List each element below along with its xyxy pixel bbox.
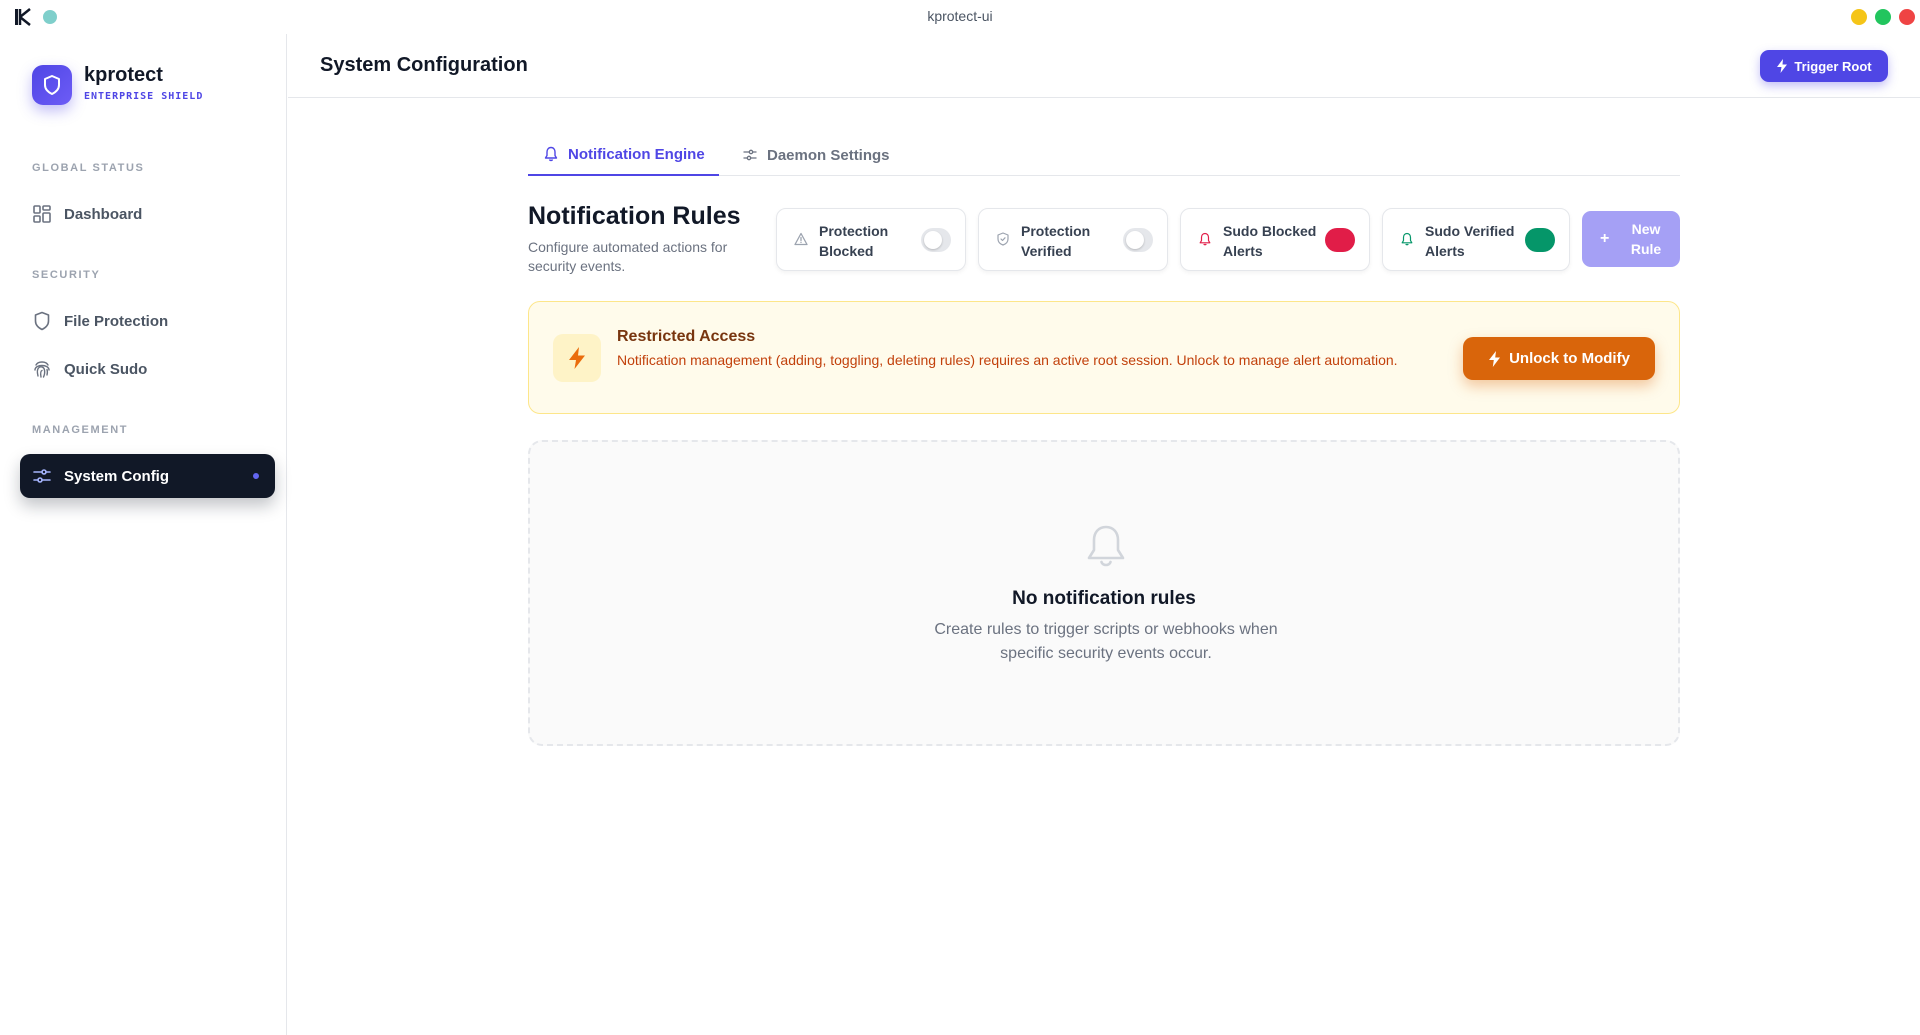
new-rule-button[interactable]: + New Rule — [1582, 211, 1680, 267]
toggle-switch-on[interactable] — [1525, 228, 1555, 252]
shield-icon — [32, 311, 52, 331]
unlock-label: Unlock to Modify — [1509, 350, 1630, 367]
section-label-management: MANAGEMENT — [32, 424, 129, 436]
empty-state: No notification rules Create rules to tr… — [528, 440, 1680, 746]
bell-icon — [1199, 232, 1211, 246]
rules-description: Configure automated actions for security… — [528, 239, 728, 274]
filter-label: Sudo Blocked Alerts — [1223, 223, 1317, 259]
lightning-icon — [553, 334, 601, 382]
filter-label: Protection Verified — [1021, 223, 1091, 259]
sidebar-item-system-config[interactable]: System Config — [20, 454, 275, 498]
restricted-access-banner: Restricted Access Notification managemen… — [528, 301, 1680, 414]
lightning-icon — [1777, 59, 1788, 73]
warning-triangle-icon — [794, 232, 808, 246]
section-label-security: SECURITY — [32, 269, 101, 281]
dashboard-grid-icon — [32, 204, 52, 224]
sidebar-item-file-protection[interactable]: File Protection — [20, 299, 275, 343]
sliders-icon — [32, 466, 52, 486]
lightning-icon — [1489, 350, 1501, 367]
trigger-root-button[interactable]: Trigger Root — [1760, 50, 1888, 82]
bell-icon — [1401, 232, 1413, 246]
toggle-switch-on[interactable] — [1325, 228, 1355, 252]
shield-check-icon — [997, 232, 1009, 246]
banner-text: Notification management (adding, togglin… — [617, 352, 1398, 368]
tab-daemon-settings[interactable]: Daemon Settings — [743, 134, 890, 176]
toggle-switch-off[interactable] — [921, 228, 951, 252]
sidebar-item-label: System Config — [64, 467, 170, 485]
toggle-switch-off[interactable] — [1123, 228, 1153, 252]
filter-sudo-blocked-alerts[interactable]: Sudo Blocked Alerts — [1180, 208, 1370, 271]
section-label-global-status: GLOBAL STATUS — [32, 162, 145, 174]
sliders-icon — [743, 149, 757, 161]
bell-icon — [1087, 525, 1125, 567]
empty-text: Create rules to trigger scripts or webho… — [934, 621, 1278, 662]
tab-label: Notification Engine — [568, 145, 705, 163]
empty-title: No notification rules — [1012, 588, 1196, 609]
title-bar: kprotect-ui — [0, 0, 1920, 34]
tab-notification-engine[interactable]: Notification Engine — [528, 134, 719, 176]
minimize-button[interactable] — [1851, 9, 1867, 25]
brand-name: kprotect — [84, 64, 163, 86]
fingerprint-icon — [32, 359, 52, 379]
filter-sudo-verified-alerts[interactable]: Sudo Verified Alerts — [1382, 208, 1570, 271]
sidebar-item-quick-sudo[interactable]: Quick Sudo — [20, 347, 275, 391]
trigger-root-label: Trigger Root — [1794, 58, 1872, 74]
window-title: kprotect-ui — [927, 8, 993, 24]
brand-subtitle: ENTERPRISE SHIELD — [84, 91, 204, 102]
active-indicator-dot — [253, 473, 259, 479]
sidebar: kprotect ENTERPRISE SHIELD GLOBAL STATUS… — [0, 34, 287, 1035]
page-header: System Configuration Trigger Root — [288, 34, 1920, 98]
rules-title: Notification Rules — [528, 202, 741, 230]
bell-icon — [544, 146, 558, 162]
filter-label: Protection Blocked — [819, 223, 889, 259]
unlock-to-modify-button[interactable]: Unlock to Modify — [1463, 337, 1655, 380]
page-title: System Configuration — [320, 54, 528, 76]
sidebar-item-label: Dashboard — [64, 205, 143, 223]
maximize-button[interactable] — [1875, 9, 1891, 25]
banner-title: Restricted Access — [617, 328, 756, 345]
filter-label: Sudo Verified Alerts — [1425, 223, 1515, 259]
sidebar-item-label: Quick Sudo — [64, 360, 148, 378]
filter-protection-verified[interactable]: Protection Verified — [978, 208, 1168, 271]
sidebar-item-label: File Protection — [64, 312, 169, 330]
filter-protection-blocked[interactable]: Protection Blocked — [776, 208, 966, 271]
close-button[interactable] — [1899, 9, 1915, 25]
plus-icon: + — [1600, 230, 1610, 247]
config-tabs: Notification Engine Daemon Settings — [528, 134, 1680, 176]
shield-icon — [44, 75, 60, 95]
new-rule-label: New Rule — [1630, 221, 1662, 257]
sidebar-item-dashboard[interactable]: Dashboard — [20, 192, 275, 236]
tab-label: Daemon Settings — [767, 146, 890, 164]
brand-shield-logo — [32, 65, 72, 105]
